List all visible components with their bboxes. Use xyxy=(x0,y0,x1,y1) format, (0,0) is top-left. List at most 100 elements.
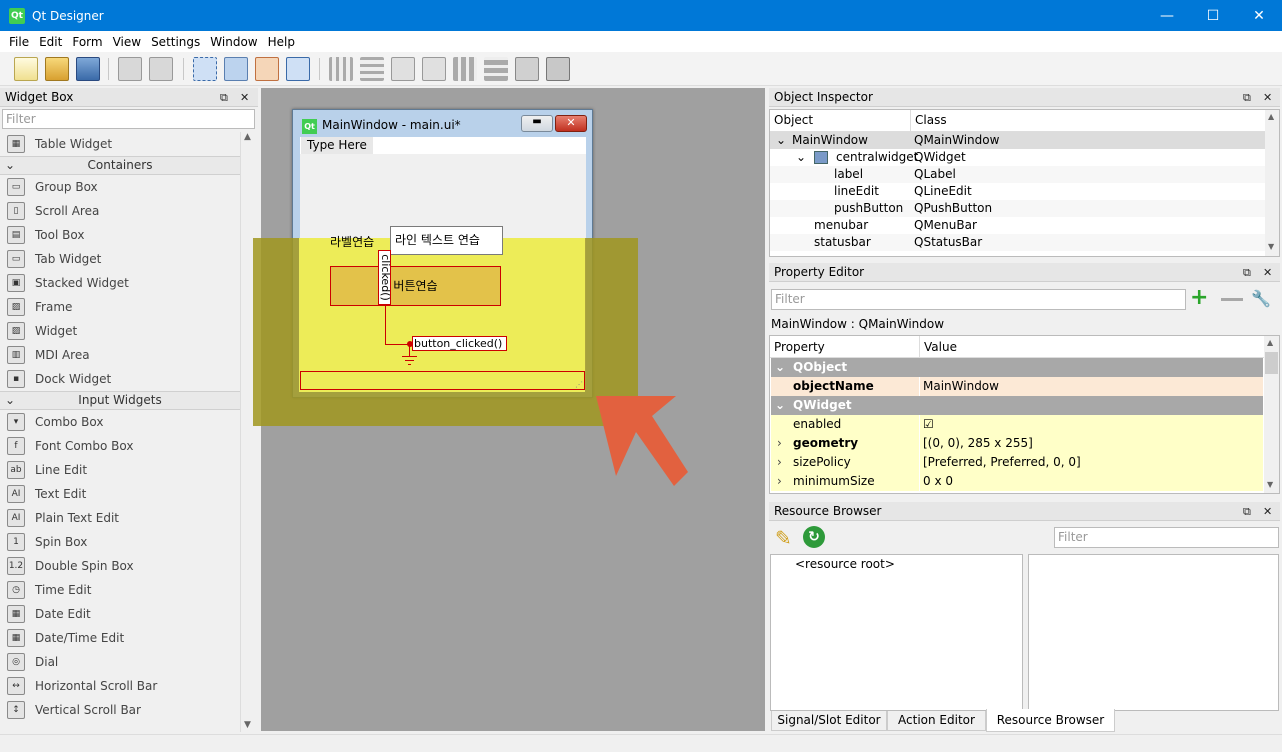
widget-box-item[interactable]: ▦ Table Widget xyxy=(0,132,240,156)
remove-property-icon[interactable] xyxy=(1221,298,1243,301)
property-value[interactable]: 0 x 0 xyxy=(923,472,953,491)
form-minimize-button[interactable]: ▬ xyxy=(521,115,553,132)
menu-edit[interactable]: Edit xyxy=(34,35,67,49)
edit-signals-slots-icon[interactable] xyxy=(224,57,248,81)
tab-signal-slot-editor[interactable]: Signal/Slot Editor xyxy=(771,711,887,731)
widget-box-item[interactable]: ▪ Dock Widget xyxy=(0,367,240,391)
resource-filter-input[interactable]: Filter xyxy=(1054,527,1279,548)
widget-box-item[interactable]: AI Plain Text Edit xyxy=(0,506,240,530)
property-value[interactable]: MainWindow xyxy=(923,377,999,396)
property-row[interactable]: ⌄ QWidget xyxy=(771,396,1263,415)
property-value[interactable]: ☑ xyxy=(923,415,934,434)
form-close-button[interactable]: ✕ xyxy=(555,115,587,132)
configure-wrench-icon[interactable]: 🔧 xyxy=(1251,289,1271,308)
open-file-icon[interactable] xyxy=(45,57,69,81)
close-icon[interactable]: ✕ xyxy=(1263,502,1272,521)
float-icon[interactable]: ⧉ xyxy=(220,88,228,107)
widget-box-item[interactable]: ▭ Group Box xyxy=(0,175,240,199)
object-tree-row[interactable]: label QLabel xyxy=(770,166,1265,183)
object-tree-row[interactable]: statusbar QStatusBar xyxy=(770,234,1265,251)
menu-window[interactable]: Window xyxy=(205,35,262,49)
widget-box-item[interactable]: 1.2 Double Spin Box xyxy=(0,554,240,578)
property-row[interactable]: ⌄ QObject xyxy=(771,358,1263,377)
property-row[interactable]: enabled ☑ xyxy=(771,415,1263,434)
float-icon[interactable]: ⧉ xyxy=(1243,263,1251,282)
property-row[interactable]: objectName MainWindow xyxy=(771,377,1263,396)
float-icon[interactable]: ⧉ xyxy=(1243,502,1251,521)
layout-h-splitter-icon[interactable] xyxy=(391,57,415,81)
property-row[interactable]: › geometry [(0, 0), 285 x 255] xyxy=(771,434,1263,453)
widget-box-item[interactable]: ▯ Scroll Area xyxy=(0,199,240,223)
widget-box-item[interactable]: ▥ MDI Area xyxy=(0,343,240,367)
break-layout-icon[interactable] xyxy=(515,57,539,81)
tab-action-editor[interactable]: Action Editor xyxy=(887,711,986,731)
widget-box-item[interactable]: AI Text Edit xyxy=(0,482,240,506)
object-tree-row[interactable]: pushButton QPushButton xyxy=(770,200,1265,217)
menu-settings[interactable]: Settings xyxy=(146,35,205,49)
widget-box-item[interactable]: ▨ Widget xyxy=(0,319,240,343)
widget-box-item[interactable]: ▦ Date Edit xyxy=(0,602,240,626)
reload-icon[interactable]: ↻ xyxy=(803,526,825,548)
close-icon[interactable]: ✕ xyxy=(1263,88,1272,107)
save-icon[interactable] xyxy=(76,57,100,81)
object-tree-row[interactable]: lineEdit QLineEdit xyxy=(770,183,1265,200)
widget-box-item[interactable]: ↔ Horizontal Scroll Bar xyxy=(0,674,240,698)
widget-box-item[interactable]: ↕ Vertical Scroll Bar xyxy=(0,698,240,722)
widget-box-item[interactable]: 1 Spin Box xyxy=(0,530,240,554)
form-push-button[interactable]: 버튼연습 xyxy=(330,266,501,306)
edit-resources-pencil-icon[interactable]: ✎ xyxy=(775,526,792,550)
widget-box-item[interactable]: ▨ Frame xyxy=(0,295,240,319)
property-scrollbar[interactable]: ▲ ▼ xyxy=(1264,336,1279,493)
object-tree-row[interactable]: menubar QMenuBar xyxy=(770,217,1265,234)
property-value[interactable]: [(0, 0), 285 x 255] xyxy=(923,434,1033,453)
resource-root-item[interactable]: <resource root> xyxy=(795,557,895,571)
adjust-size-icon[interactable] xyxy=(546,57,570,81)
widget-box-item[interactable]: ▭ Tab Widget xyxy=(0,247,240,271)
layout-v-splitter-icon[interactable] xyxy=(422,57,446,81)
menu-form[interactable]: Form xyxy=(67,35,107,49)
widget-box-scrollbar[interactable]: ▲ ▼ xyxy=(240,132,256,732)
widget-box-item[interactable]: f Font Combo Box xyxy=(0,434,240,458)
property-filter-input[interactable]: Filter xyxy=(771,289,1186,310)
widget-box-item[interactable]: ▤ Tool Box xyxy=(0,223,240,247)
object-tree-row[interactable]: ⌄ MainWindow QMainWindow xyxy=(770,132,1265,149)
edit-tab-order-icon[interactable] xyxy=(286,57,310,81)
edit-widgets-icon[interactable] xyxy=(193,57,217,81)
layout-grid-icon[interactable] xyxy=(453,57,477,81)
property-row[interactable]: › sizePolicy [Preferred, Preferred, 0, 0] xyxy=(771,453,1263,472)
minimize-button[interactable]: — xyxy=(1144,0,1190,31)
widget-category[interactable]: ⌄ Input Widgets xyxy=(0,391,240,410)
edit-buddies-icon[interactable] xyxy=(255,57,279,81)
menu-help[interactable]: Help xyxy=(263,35,300,49)
paste-icon[interactable] xyxy=(149,57,173,81)
maximize-button[interactable]: ☐ xyxy=(1190,0,1236,31)
layout-horizontal-icon[interactable] xyxy=(329,57,353,81)
widget-box-item[interactable]: ▦ Date/Time Edit xyxy=(0,626,240,650)
menu-view[interactable]: View xyxy=(108,35,146,49)
widget-box-filter-input[interactable]: Filter xyxy=(2,109,255,129)
close-icon[interactable]: ✕ xyxy=(240,88,249,107)
form-label[interactable]: 라벨연습 xyxy=(330,233,374,250)
widget-box-item[interactable]: ▾ Combo Box xyxy=(0,410,240,434)
widget-box-item[interactable]: ◎ Dial xyxy=(0,650,240,674)
layout-form-icon[interactable] xyxy=(484,57,508,81)
close-icon[interactable]: ✕ xyxy=(1263,263,1272,282)
layout-vertical-icon[interactable] xyxy=(360,57,384,81)
copy-icon[interactable] xyxy=(118,57,142,81)
object-inspector-scrollbar[interactable]: ▲ ▼ xyxy=(1265,110,1279,256)
float-icon[interactable]: ⧉ xyxy=(1243,88,1251,107)
object-tree-row[interactable]: ⌄ centralwidget QWidget xyxy=(770,149,1265,166)
close-button[interactable]: ✕ xyxy=(1236,0,1282,31)
property-value[interactable]: [Preferred, Preferred, 0, 0] xyxy=(923,453,1081,472)
widget-category[interactable]: ⌄ Containers xyxy=(0,156,240,175)
form-menu-type-here[interactable]: Type Here xyxy=(301,137,373,154)
add-property-icon[interactable]: + xyxy=(1190,286,1208,310)
widget-box-item[interactable]: ab Line Edit xyxy=(0,458,240,482)
menu-file[interactable]: File xyxy=(4,35,34,49)
new-file-icon[interactable] xyxy=(14,57,38,81)
widget-box-item[interactable]: ◷ Time Edit xyxy=(0,578,240,602)
property-row[interactable]: › minimumSize 0 x 0 xyxy=(771,472,1263,491)
form-line-edit[interactable]: 라인 텍스트 연습 xyxy=(390,226,503,255)
tab-resource-browser[interactable]: Resource Browser xyxy=(986,709,1115,732)
widget-box-item[interactable]: ▣ Stacked Widget xyxy=(0,271,240,295)
